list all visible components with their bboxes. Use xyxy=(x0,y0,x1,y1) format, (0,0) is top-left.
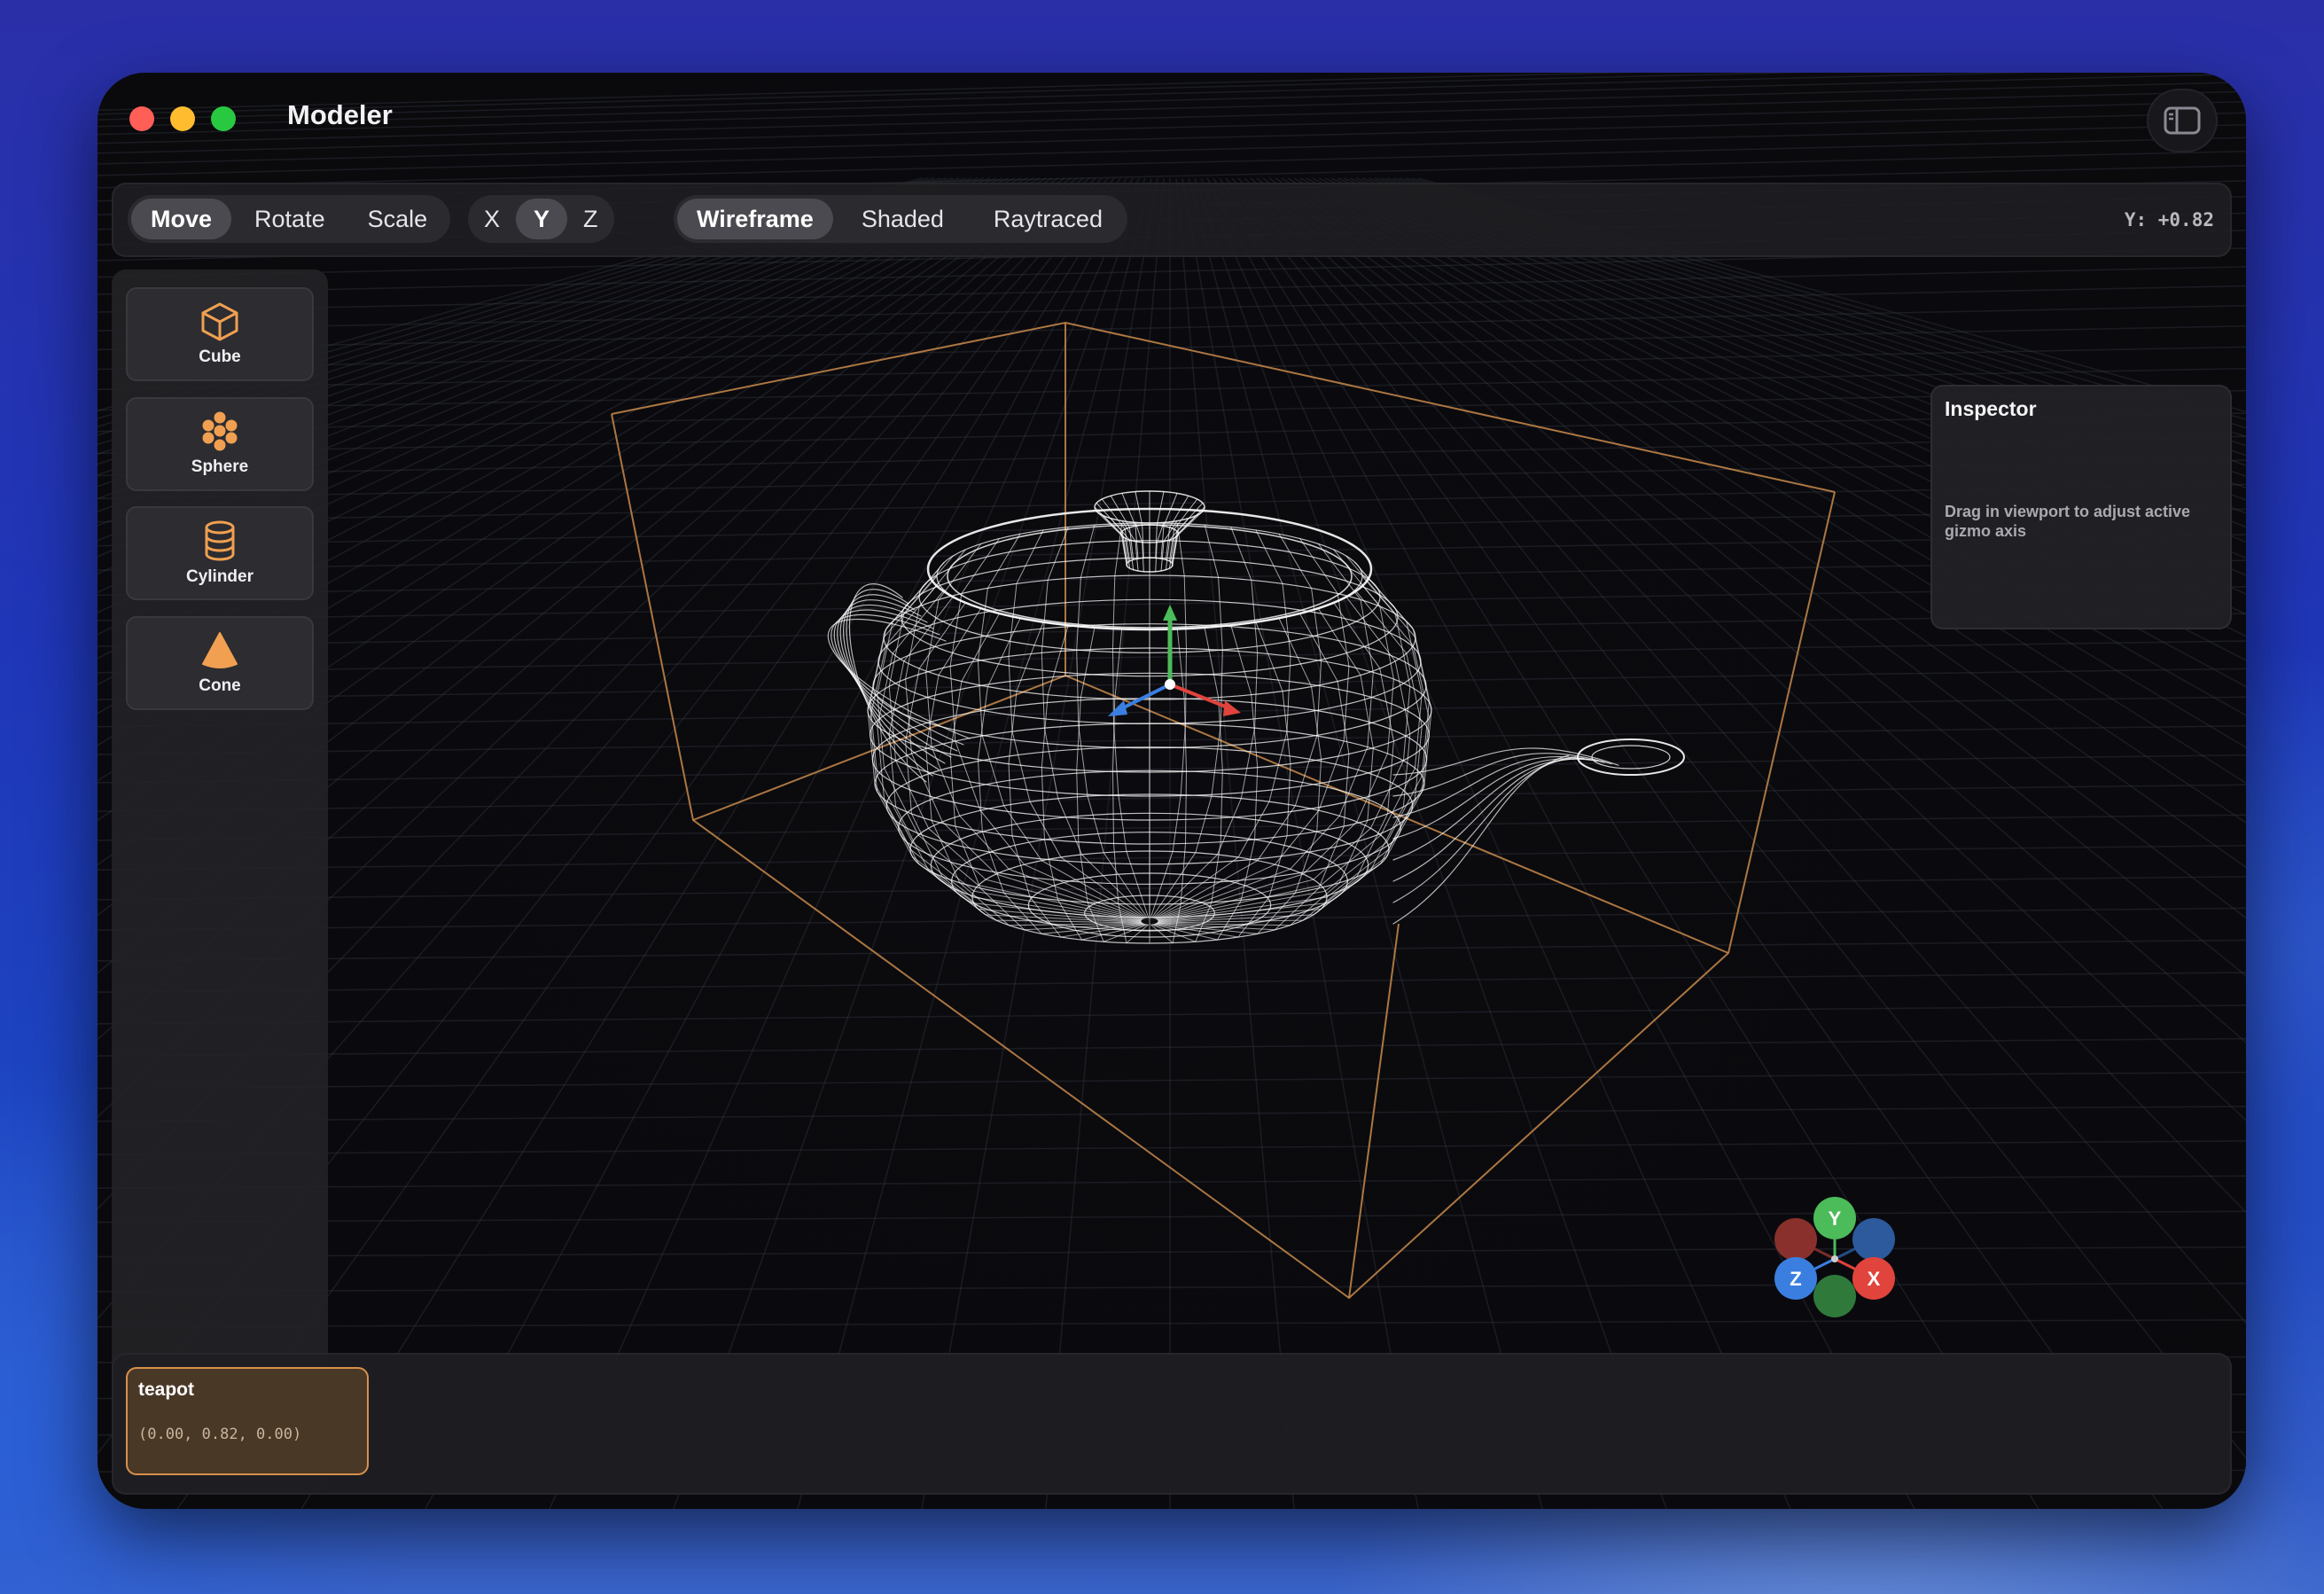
x-axis-label: X xyxy=(1868,1268,1881,1290)
render-raytraced-button[interactable]: Raytraced xyxy=(972,199,1124,239)
title-bar: Modeler xyxy=(97,73,2246,170)
3d-viewport[interactable] xyxy=(97,73,2246,1509)
minimize-window-button[interactable] xyxy=(170,106,195,131)
close-window-button[interactable] xyxy=(129,106,154,131)
transform-mode-segmented-control: Move Rotate Scale xyxy=(128,195,451,243)
cylinder-label: Cylinder xyxy=(185,567,254,586)
cone-label: Cone xyxy=(199,676,241,695)
sidebar-icon xyxy=(2164,106,2201,135)
toggle-sidebar-button[interactable] xyxy=(2147,89,2218,152)
add-cone-button[interactable]: Cone xyxy=(126,616,314,710)
render-shaded-button[interactable]: Shaded xyxy=(837,199,969,239)
cylinder-icon xyxy=(205,520,235,561)
render-wireframe-button[interactable]: Wireframe xyxy=(677,199,833,239)
axis-segmented-control: X Y Z xyxy=(468,195,614,243)
object-name: teapot xyxy=(138,1379,194,1400)
axis-y-button[interactable]: Y xyxy=(516,199,568,239)
y-axis-label: Y xyxy=(1829,1207,1842,1230)
modeler-window: Modeler Move Rotate Scale X Y Z Wirefram… xyxy=(97,73,2246,1509)
inspector-title: Inspector xyxy=(1945,397,2037,420)
cone-icon xyxy=(202,632,238,668)
add-cylinder-button[interactable]: Cylinder xyxy=(126,506,314,600)
add-cube-button[interactable]: Cube xyxy=(126,287,314,381)
sphere-icon xyxy=(202,411,238,451)
axis-x-button[interactable]: X xyxy=(472,199,512,239)
inspector-panel: Inspector Drag in viewport to adjust act… xyxy=(1930,385,2232,629)
neg-z-axis-ball[interactable] xyxy=(1852,1218,1895,1261)
add-sphere-button[interactable]: Sphere xyxy=(126,397,314,491)
axis-value-readout: Y: +0.82 xyxy=(2124,209,2214,231)
z-axis-label: Z xyxy=(1790,1268,1801,1290)
neg-y-axis-ball[interactable] xyxy=(1813,1275,1856,1317)
cube-label: Cube xyxy=(199,348,241,366)
shape-library-panel: Cube Sphere Cylinder Cone xyxy=(112,270,328,1493)
inspector-hint: Drag in viewport to adjust active gizmo … xyxy=(1945,503,2191,540)
scene-objects-bar: teapot (0.00, 0.82, 0.00) xyxy=(112,1353,2232,1495)
mode-move-button[interactable]: Move xyxy=(131,199,232,239)
axis-z-button[interactable]: Z xyxy=(571,199,611,239)
zoom-window-button[interactable] xyxy=(211,106,236,131)
scene-object-card[interactable]: teapot (0.00, 0.82, 0.00) xyxy=(126,1367,369,1475)
orientation-gizmo[interactable]: Y Z X xyxy=(1746,1163,1923,1340)
mode-scale-button[interactable]: Scale xyxy=(348,199,448,239)
render-mode-segmented-control: Wireframe Shaded Raytraced xyxy=(674,195,1127,243)
mode-rotate-button[interactable]: Rotate xyxy=(235,199,345,239)
neg-x-axis-ball[interactable] xyxy=(1774,1218,1817,1261)
cube-icon xyxy=(201,302,238,341)
object-position: (0.00, 0.82, 0.00) xyxy=(138,1426,302,1443)
sphere-label: Sphere xyxy=(191,457,249,476)
app-title: Modeler xyxy=(287,99,393,130)
toolbar: Move Rotate Scale X Y Z Wireframe Shaded… xyxy=(112,183,2232,257)
